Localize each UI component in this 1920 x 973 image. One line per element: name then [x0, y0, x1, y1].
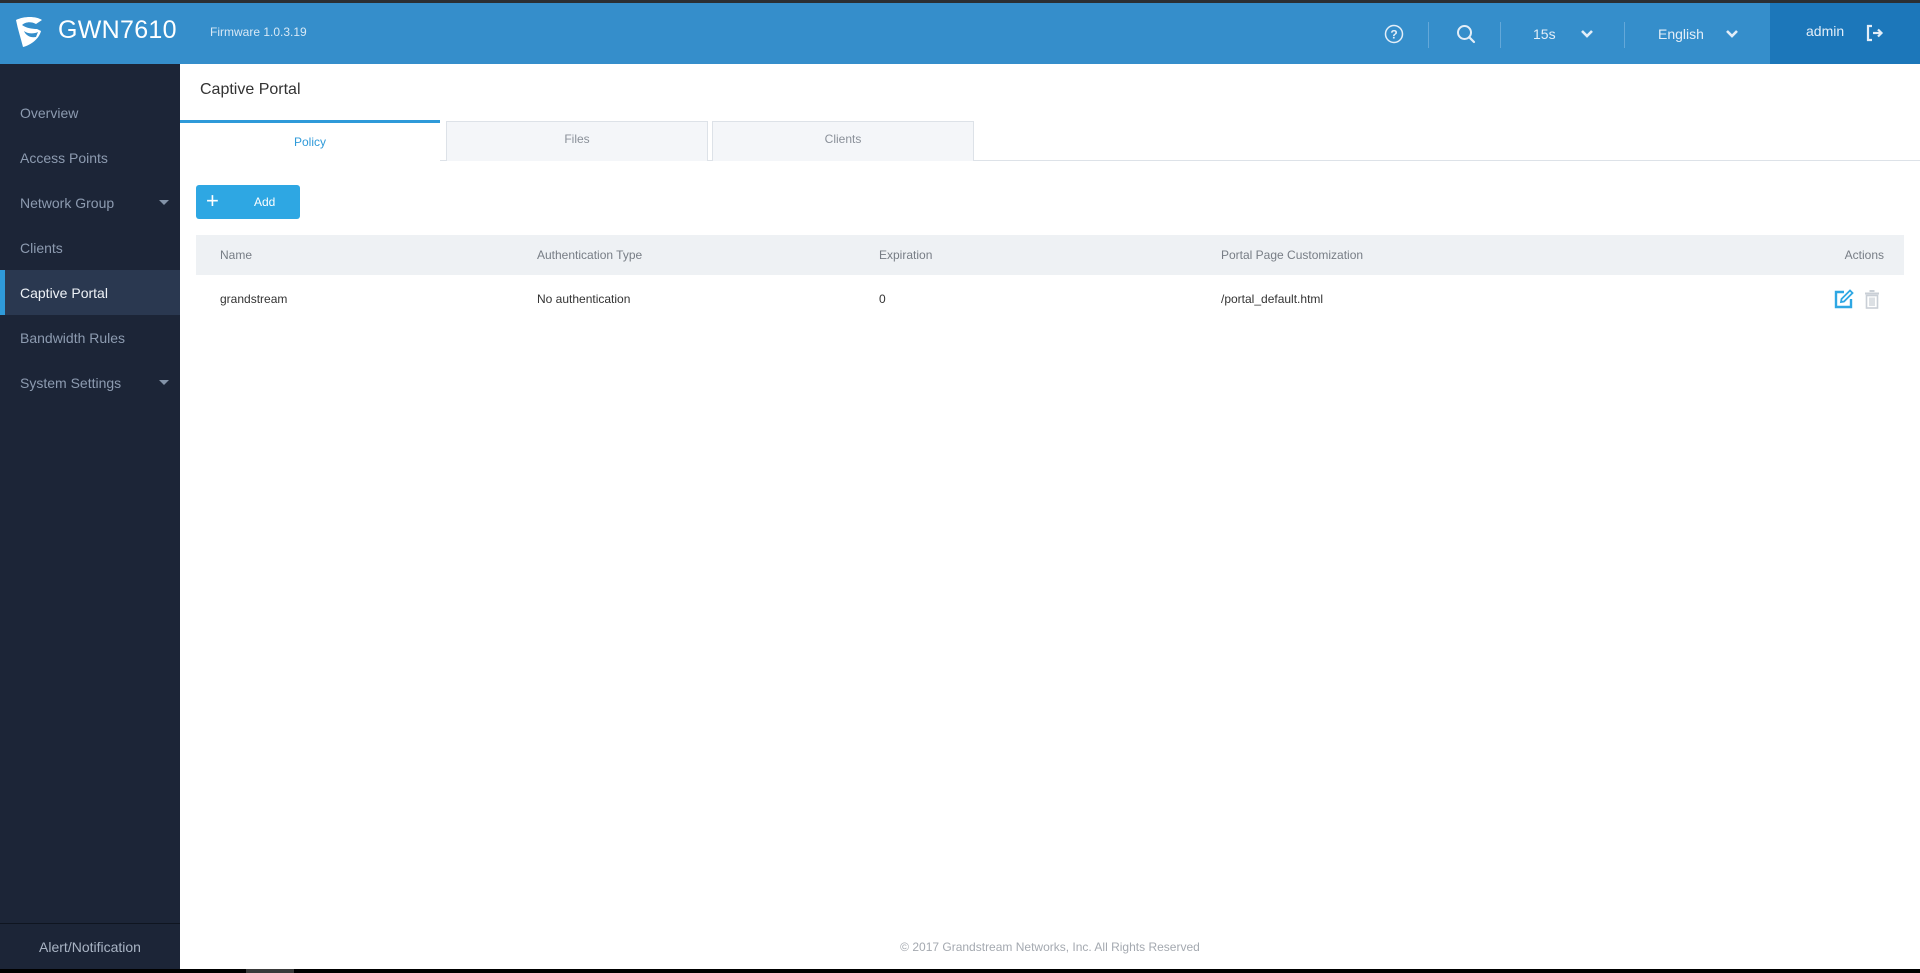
add-button-label: Add [254, 195, 276, 209]
add-button[interactable]: + Add [196, 185, 300, 219]
main-content: Captive Portal Policy Files Clients + Ad… [180, 64, 1920, 969]
chevron-down-icon[interactable] [1580, 3, 1594, 64]
caret-down-icon [159, 380, 169, 385]
search-icon[interactable] [1456, 3, 1476, 64]
sidebar-item-label: Network Group [20, 194, 115, 211]
caret-down-icon [159, 200, 169, 205]
sidebar-item-label: Captive Portal [20, 284, 108, 301]
table-header: Name Authentication Type Expiration Port… [196, 235, 1904, 275]
column-header-portal-page[interactable]: Portal Page Customization [1221, 235, 1363, 275]
cell-name: grandstream [220, 292, 288, 306]
sidebar-item-system-settings[interactable]: System Settings [0, 360, 180, 405]
sidebar-item-label: Overview [20, 104, 79, 121]
sidebar-item-label: Bandwidth Rules [20, 329, 126, 346]
header-separator [1428, 22, 1429, 48]
policy-table: Name Authentication Type Expiration Port… [196, 235, 1904, 323]
chevron-down-icon[interactable] [1725, 3, 1739, 64]
firmware-version: Firmware 1.0.3.19 [210, 25, 307, 39]
sidebar-item-label: Access Points [20, 149, 108, 166]
tab-policy[interactable]: Policy [180, 120, 440, 161]
user-menu: admin [1770, 3, 1920, 64]
cell-expiration: 0 [879, 292, 886, 306]
grandstream-logo-icon[interactable] [14, 16, 44, 48]
top-header: GWN7610 Firmware 1.0.3.19 ? 15s English … [0, 3, 1920, 64]
language-select[interactable]: English [1658, 3, 1704, 64]
sidebar-item-network-group[interactable]: Network Group [0, 180, 180, 225]
table-row: grandstream No authentication 0 /portal_… [196, 275, 1904, 323]
tab-clients[interactable]: Clients [712, 121, 974, 161]
plus-icon: + [206, 188, 219, 213]
sidebar-item-access-points[interactable]: Access Points [0, 135, 180, 180]
product-name: GWN7610 [58, 16, 177, 44]
edit-icon[interactable] [1834, 289, 1854, 309]
column-header-expiration[interactable]: Expiration [879, 235, 932, 275]
column-header-actions: Actions [1844, 248, 1884, 262]
sidebar-item-label: Clients [20, 239, 63, 256]
cell-auth-type: No authentication [537, 292, 631, 306]
cell-portal-page: /portal_default.html [1221, 292, 1324, 306]
column-header-auth-type[interactable]: Authentication Type [537, 235, 642, 275]
sidebar-item-clients[interactable]: Clients [0, 225, 180, 270]
logout-icon[interactable] [1866, 24, 1884, 42]
tab-bar: Policy Files Clients [180, 120, 1920, 161]
sidebar-item-bandwidth-rules[interactable]: Bandwidth Rules [0, 315, 180, 360]
horizontal-scrollbar[interactable] [0, 969, 1920, 973]
scrollbar-thumb[interactable] [246, 969, 294, 973]
sidebar-item-label: System Settings [20, 374, 122, 391]
alert-notification-button[interactable]: Alert/Notification [0, 923, 180, 969]
copyright-footer: © 2017 Grandstream Networks, Inc. All Ri… [900, 940, 1200, 954]
tab-files[interactable]: Files [446, 121, 708, 161]
sidebar: Overview Access Points Network Group Cli… [0, 64, 180, 969]
delete-icon[interactable] [1862, 289, 1882, 309]
page-title: Captive Portal [200, 81, 301, 98]
header-separator [1500, 22, 1501, 48]
help-icon[interactable]: ? [1384, 3, 1404, 64]
sidebar-item-overview[interactable]: Overview [0, 90, 180, 135]
column-header-name[interactable]: Name [220, 235, 252, 275]
username[interactable]: admin [1806, 23, 1844, 39]
header-separator [1624, 22, 1625, 48]
refresh-interval-select[interactable]: 15s [1533, 3, 1556, 64]
svg-text:?: ? [1390, 27, 1397, 41]
row-actions [1834, 289, 1882, 309]
sidebar-item-captive-portal[interactable]: Captive Portal [0, 270, 180, 315]
